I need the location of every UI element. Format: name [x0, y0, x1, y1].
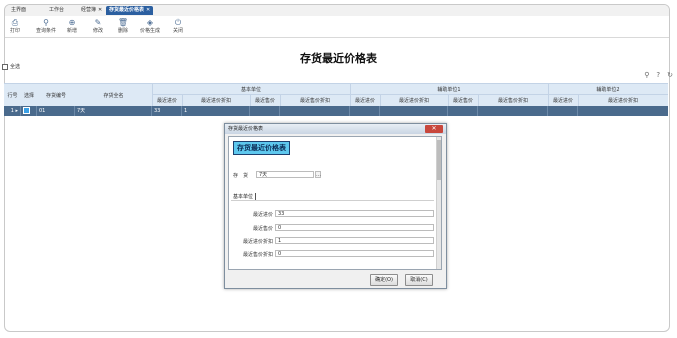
recent-purchase-field[interactable]: 33 [275, 210, 434, 217]
row-checkbox[interactable] [23, 107, 30, 114]
refresh-icon[interactable]: ↻ [667, 71, 673, 79]
scrollbar-thumb[interactable] [437, 140, 441, 180]
tab-bar: 主界面 工作台 经营簿 ✕ 存货最近价格表 ✕ [5, 5, 669, 16]
print-button[interactable]: ⎙ 打印 [7, 18, 23, 35]
dialog-title: 存货最近价格表 [228, 126, 264, 132]
row-base-purchase: 33 [152, 106, 182, 116]
select-all-label: 全选 [10, 64, 21, 70]
tab-divider [231, 200, 434, 201]
row-select[interactable] [21, 106, 37, 116]
goods-label: 存 货 [233, 173, 249, 179]
print-label: 打印 [9, 28, 20, 34]
tag-icon: ◈ [146, 18, 154, 27]
ellipsis-icon[interactable]: … [315, 171, 321, 178]
page-title: 存货最近价格表 [300, 52, 377, 65]
ok-button[interactable]: 确定(O) [370, 274, 398, 286]
row-number-value: 1 [10, 108, 14, 114]
header-base-purchase-discount: 最近进价折扣 [182, 95, 251, 106]
header-aux2-purchase: 最近进价 [548, 95, 579, 106]
header-name: 存货全名 [75, 84, 153, 106]
add-circle-icon: ⊕ [68, 18, 76, 27]
price-dialog: 存货最近价格表 ✕ 存货最近价格表 存 货 7天 … 基本单位 最近进价 33 … [224, 123, 447, 289]
recent-sale-discount-label: 最近售价折扣 [242, 252, 273, 258]
row-aux1-sale [448, 106, 478, 116]
search-icon[interactable]: ⚲ [644, 71, 649, 79]
row-aux1-purchase-discount [380, 106, 448, 116]
trash-icon: 🗑 [117, 18, 129, 27]
dialog-body: 存货最近价格表 存 货 7天 … 基本单位 最近进价 33 最近售价 0 最近进… [228, 136, 442, 270]
row-code: 01 [37, 106, 75, 116]
header-aux1-sale-discount: 最近售价折扣 [478, 95, 549, 106]
recent-purchase-discount-label: 最近进价折扣 [242, 239, 273, 245]
tab-close-icon[interactable]: ✕ [98, 6, 102, 15]
tab-price-table[interactable]: 存货最近价格表 ✕ [106, 6, 154, 15]
close-icon[interactable]: ✕ [146, 7, 150, 13]
tab-base-unit[interactable]: 基本单位 [233, 193, 257, 200]
row-name: 7天 [75, 106, 152, 116]
header-aux2-purchase-discount: 最近进价折扣 [607, 98, 638, 104]
header-aux1-purchase-discount: 最近进价折扣 [380, 95, 449, 106]
header-base-sale: 最近售价 [250, 95, 281, 106]
edit-button[interactable]: ✎ 修改 [89, 18, 107, 35]
recent-purchase-label: 最近进价 [252, 212, 273, 218]
header-base-sale-discount: 最近售价折扣 [280, 95, 351, 106]
help-icon[interactable]: ? [656, 71, 660, 79]
power-icon: ⏻ [174, 18, 182, 27]
price-generate-button[interactable]: ◈ 价格生成 [137, 18, 163, 35]
row-aux2-purchase-discount [578, 106, 668, 116]
tab-price-table-label: 存货最近价格表 [109, 7, 145, 13]
tab-main[interactable]: 主界面 [11, 6, 26, 15]
goods-field[interactable]: 7天 [256, 171, 314, 178]
select-all-checkbox[interactable]: 全选 [2, 63, 20, 70]
recent-purchase-discount-field[interactable]: 1 [275, 237, 434, 244]
add-button[interactable]: ⊕ 新增 [63, 18, 81, 35]
tab-workbench[interactable]: 工作台 [49, 6, 64, 15]
dialog-close-button[interactable]: ✕ [425, 125, 443, 133]
checkbox-icon[interactable] [2, 63, 8, 70]
dialog-titlebar[interactable]: 存货最近价格表 ✕ [225, 124, 446, 134]
close-button[interactable]: ⏻ 关闭 [169, 18, 187, 35]
table-row[interactable]: 1 ▸ 01 7天 33 1 [4, 106, 668, 116]
dialog-header: 存货最近价格表 [233, 141, 290, 155]
grid-header-columns: 行号 选择 存货编号 存货全名 最近进价 最近进价折扣 最近售价 最近售价折扣 … [4, 84, 668, 106]
search-icon: ⚲ [43, 18, 49, 27]
recent-sale-label: 最近售价 [252, 226, 273, 232]
row-base-sale-discount [280, 106, 350, 116]
printer-icon: ⎙ [11, 18, 19, 27]
row-base-sale [250, 106, 280, 116]
query-button[interactable]: ⚲ 查询条件 [33, 18, 59, 35]
recent-sale-discount-field[interactable]: 0 [275, 250, 434, 257]
header-aux1-purchase: 最近进价 [350, 95, 381, 106]
grid-tools: ⚲ ? ↻ [644, 71, 673, 79]
row-base-purchase-discount: 1 [182, 106, 250, 116]
price-generate-label: 价格生成 [139, 28, 160, 34]
toolbar: ⎙ 打印 ⚲ 查询条件 ⊕ 新增 ✎ 修改 🗑 删除 ◈ 价格生成 ⏻ 关闭 [5, 17, 669, 38]
tab-ledger[interactable]: 经营簿 [81, 6, 96, 15]
row-aux2-purchase [548, 106, 578, 116]
edit-icon: ✎ [94, 18, 102, 27]
row-number: 1 ▸ [4, 106, 21, 116]
delete-label: 删除 [117, 28, 128, 34]
edit-label: 修改 [92, 28, 103, 34]
header-code: 存货编号 [37, 84, 76, 106]
header-aux1-sale: 最近售价 [448, 95, 479, 106]
header-row-no: 行号 [4, 84, 22, 106]
delete-button[interactable]: 🗑 删除 [114, 18, 132, 35]
dialog-scrollbar[interactable] [436, 137, 441, 269]
recent-sale-field[interactable]: 0 [275, 224, 434, 231]
row-aux1-sale-discount [478, 106, 548, 116]
header-select: 选择 [21, 84, 38, 106]
query-label: 查询条件 [35, 28, 56, 34]
close-label: 关闭 [172, 28, 183, 34]
cancel-button[interactable]: 取消(C) [405, 274, 433, 286]
header-base-purchase: 最近进价 [152, 95, 183, 106]
add-label: 新增 [66, 28, 77, 34]
row-aux1-purchase [350, 106, 380, 116]
